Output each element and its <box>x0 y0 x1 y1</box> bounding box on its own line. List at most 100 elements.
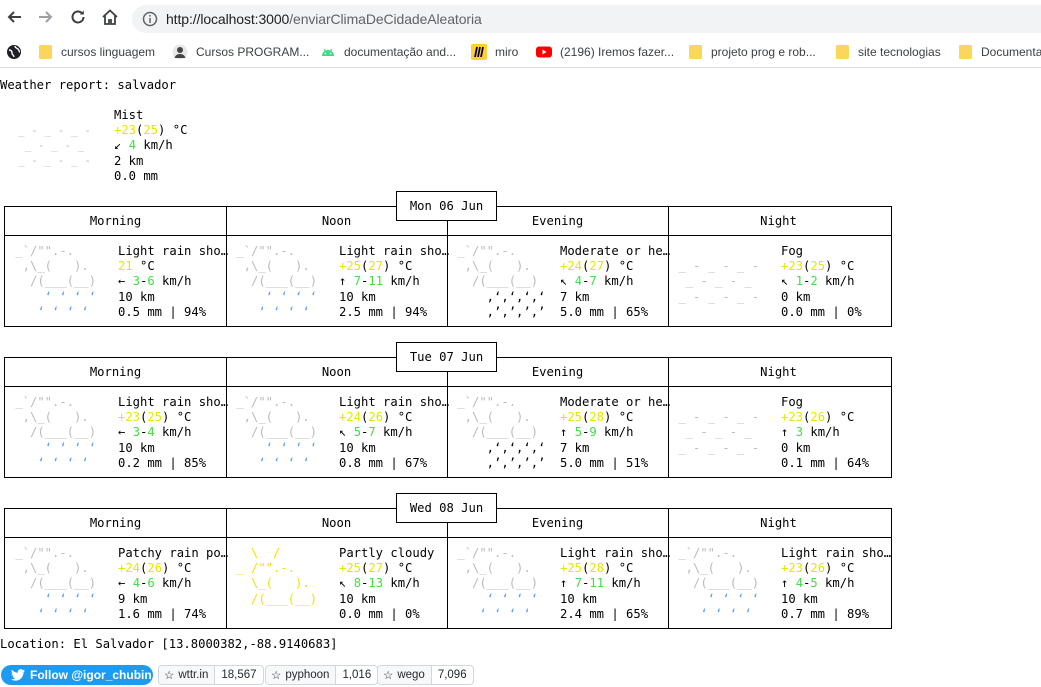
back-arrow-icon <box>7 11 21 23</box>
bookmark-label: Cursos PROGRAM... <box>196 45 310 59</box>
star-count[interactable]: 7,096 <box>432 666 473 684</box>
rain-weather-icon: _`/"".-. ,\_( ). /(___(__) ‘ ‘ ‘ ‘ ‘ ‘ ‘… <box>678 546 760 621</box>
forecast-slot: _ - _ - _ - _ - _ - _ _ - _ - _ - Fog +2… <box>671 395 886 473</box>
github-star-wttrin[interactable]: ☆ wttr.in 18,567 <box>158 665 264 685</box>
url-text: http://localhost:3000/enviarClimaDeCidad… <box>166 11 482 27</box>
rain-weather-icon: _`/"".-. ,\_( ). /(___(__) ‘ ‘ ‘ ‘ ‘ ‘ ‘… <box>15 546 97 621</box>
repo-name: wttr.in <box>178 669 209 681</box>
slot-details: Light rain sho… +25(27) °C ↑ 7-11 km/h 1… <box>339 244 450 319</box>
slot-details: Fog +23(25) °C ↖ 1-2 km/h 0 km 0.0 mm | … <box>781 244 862 319</box>
forward-button[interactable] <box>33 4 59 30</box>
bookmark-label: site tecnologias <box>858 45 941 59</box>
forecast-table: Morning Noon Evening Night _`/"".-. ,\_( ).… <box>4 206 892 327</box>
star-count[interactable]: 18,567 <box>215 666 262 684</box>
star-button[interactable]: ☆ pyphoon <box>266 666 337 684</box>
current-visibility: 2 km <box>114 154 144 168</box>
slot-details: Light rain sho… +23(25) °C ← 3-4 km/h 10… <box>118 395 229 470</box>
current-temp: +23(25) °C <box>114 123 188 137</box>
date-label: Mon 06 Jun <box>396 191 497 221</box>
bookmark-label: (2196) Iremos fazer... <box>560 45 675 59</box>
slot-details: Fog +23(26) °C ↑ 3 km/h 0 km 0.1 mm | 64… <box>781 395 870 470</box>
bookmark-label: Documenta <box>981 45 1041 59</box>
column-header: Night <box>760 214 797 228</box>
info-icon[interactable] <box>142 11 158 27</box>
reload-icon <box>71 10 85 24</box>
star-icon: ☆ <box>383 670 394 682</box>
star-icon: ☆ <box>271 670 282 682</box>
forecast-slot: _`/"".-. ,\_( ). /(___(__) ‘ ‘ ‘ ‘ ‘ ‘ ‘… <box>229 244 449 322</box>
repo-name: pyphoon <box>285 669 330 681</box>
bookmark-label: miro <box>495 45 519 59</box>
github-star-pyphoon[interactable]: ☆ pyphoon 1,016 <box>265 665 379 685</box>
bookmark-projeto-prog[interactable]: projeto prog e rob... <box>687 43 816 61</box>
twitter-bird-icon <box>11 669 25 681</box>
back-button[interactable] <box>1 4 27 30</box>
follow-label: Follow @igor_chubin <box>30 668 152 682</box>
forecast-slot: _`/"".-. ,\_( ). /(___(__) ‘ ‘ ‘ ‘ ‘ ‘ ‘… <box>8 546 228 624</box>
slot-details: Light rain sho… 21 °C ← 3-6 km/h 10 km 0… <box>118 244 229 319</box>
slot-details: Patchy rain po… +24(26) °C ← 4-6 km/h 9 … <box>118 546 229 621</box>
bookmark-site-tecnologias[interactable]: site tecnologias <box>834 43 941 61</box>
forecast-table: Morning Noon Evening Night _`/"".-. ,\_( ).… <box>4 357 892 478</box>
star-button[interactable]: ☆ wttr.in <box>159 666 216 684</box>
folder-icon <box>834 44 850 60</box>
current-wind-unit: km/h <box>143 138 173 152</box>
bookmark-label: projeto prog e rob... <box>711 45 816 59</box>
current-wind-speed: 4 <box>128 138 137 152</box>
android-icon <box>320 44 336 60</box>
browser-toolbar: http://localhost:3000/enviarClimaDeCidad… <box>0 0 1041 37</box>
star-button[interactable]: ☆ wego <box>378 666 432 684</box>
bookmark-cursos-program[interactable]: Cursos PROGRAM... <box>172 43 309 61</box>
forecast-slot: _`/"".-. ,\_( ). /(___(__) ‘ ‘ ‘ ‘ ‘ ‘ ‘… <box>450 546 670 624</box>
forecast-slot: _`/"".-. ,\_( ). /(___(__) ‘ ‘ ‘ ‘ ‘ ‘ ‘… <box>671 546 891 624</box>
column-header: Morning <box>89 516 142 530</box>
column-header: Night <box>760 516 797 530</box>
folder-icon <box>37 44 53 60</box>
report-title: Weather report: salvador <box>0 78 177 92</box>
forecast-slot: _`/"".-. ,\_( ). /(___(__) ‘ ‘ ‘ ‘ ‘ ‘ ‘… <box>229 395 449 473</box>
slot-details: Light rain sho… +25(28) °C ↑ 7-11 km/h 1… <box>560 546 671 621</box>
youtube-icon <box>536 44 552 60</box>
folder-icon <box>687 44 703 60</box>
mist-icon: _ - _ - _ - _ - _ - _ _ - _ - _ - <box>18 124 91 167</box>
bookmark-miro[interactable]: miro <box>471 43 518 61</box>
bookmark-documentacao-android[interactable]: documentação and... <box>320 43 456 61</box>
slot-details: Moderate or he… +25(28) °C ↑ 5-9 km/h 7 … <box>560 395 671 470</box>
user-avatar-icon <box>172 44 188 60</box>
bookmark-label: documentação and... <box>344 45 457 59</box>
bookmark-globe[interactable] <box>6 43 22 61</box>
weather-report: Weather report: salvador _ - _ - _ - _ -… <box>0 68 1041 658</box>
url-host: http://localhost:3000 <box>166 11 290 27</box>
home-icon <box>102 9 118 25</box>
star-count[interactable]: 1,016 <box>336 666 377 684</box>
date-label: Wed 08 Jun <box>396 493 497 523</box>
date-label: Tue 07 Jun <box>396 342 497 372</box>
forecast-slot: _ - _ - _ - _ - _ - _ _ - _ - _ - Fog +2… <box>671 244 886 322</box>
location-line: Location: El Salvador [13.8000382,-88.91… <box>0 637 338 651</box>
address-bar[interactable]: http://localhost:3000/enviarClimaDeCidad… <box>132 5 1041 33</box>
forecast-table: Morning Noon Evening Night _`/"".-. ,\_( ).… <box>4 508 892 629</box>
slot-details: Light rain sho… +23(26) °C ↑ 4-5 km/h 10… <box>781 546 892 621</box>
current-precip: 0.0 mm <box>114 169 159 183</box>
reload-button[interactable] <box>65 4 91 30</box>
rain-weather-icon: _`/"".-. ,\_( ). /(___(__) ‘ ‘ ‘ ‘ ‘ ‘ ‘… <box>15 395 97 470</box>
bookmarks-bar: cursos linguagem Cursos PROGRAM... docum… <box>0 37 1041 68</box>
column-header: Night <box>760 365 797 379</box>
rain-weather-icon: _`/"".-. ,\_( ). /(___(__) ‘ ‘ ‘ ‘ ‘ ‘ ‘… <box>457 546 539 621</box>
bookmark-documenta[interactable]: Documenta <box>957 43 1041 61</box>
forecast-slot: _`/"".-. ,\_( ). /(___(__) ‚‘‚‘‚‘‚‘ ‚’‚’… <box>450 244 670 322</box>
current-wind: ↙ 4 km/h <box>114 138 173 153</box>
bookmark-label: cursos linguagem <box>61 45 156 59</box>
star-icon: ☆ <box>164 670 175 682</box>
twitter-follow-button[interactable]: Follow @igor_chubin <box>1 665 153 685</box>
current-temp-unit: °C <box>172 123 188 137</box>
fog-weather-icon: _ - _ - _ - _ - _ - _ _ - _ - _ - <box>678 259 760 304</box>
github-star-wego[interactable]: ☆ wego 7,096 <box>377 665 474 685</box>
bookmark-youtube[interactable]: (2196) Iremos fazer... <box>536 43 674 61</box>
folder-icon <box>957 44 973 60</box>
bookmark-cursos-linguagem[interactable]: cursos linguagem <box>37 43 155 61</box>
column-header: Morning <box>89 214 142 228</box>
fog-weather-icon: _ - _ - _ - _ - _ - _ _ - _ - _ - <box>678 410 760 455</box>
home-button[interactable] <box>97 4 123 30</box>
url-path: /enviarClimaDeCidadeAleatoria <box>289 11 482 27</box>
